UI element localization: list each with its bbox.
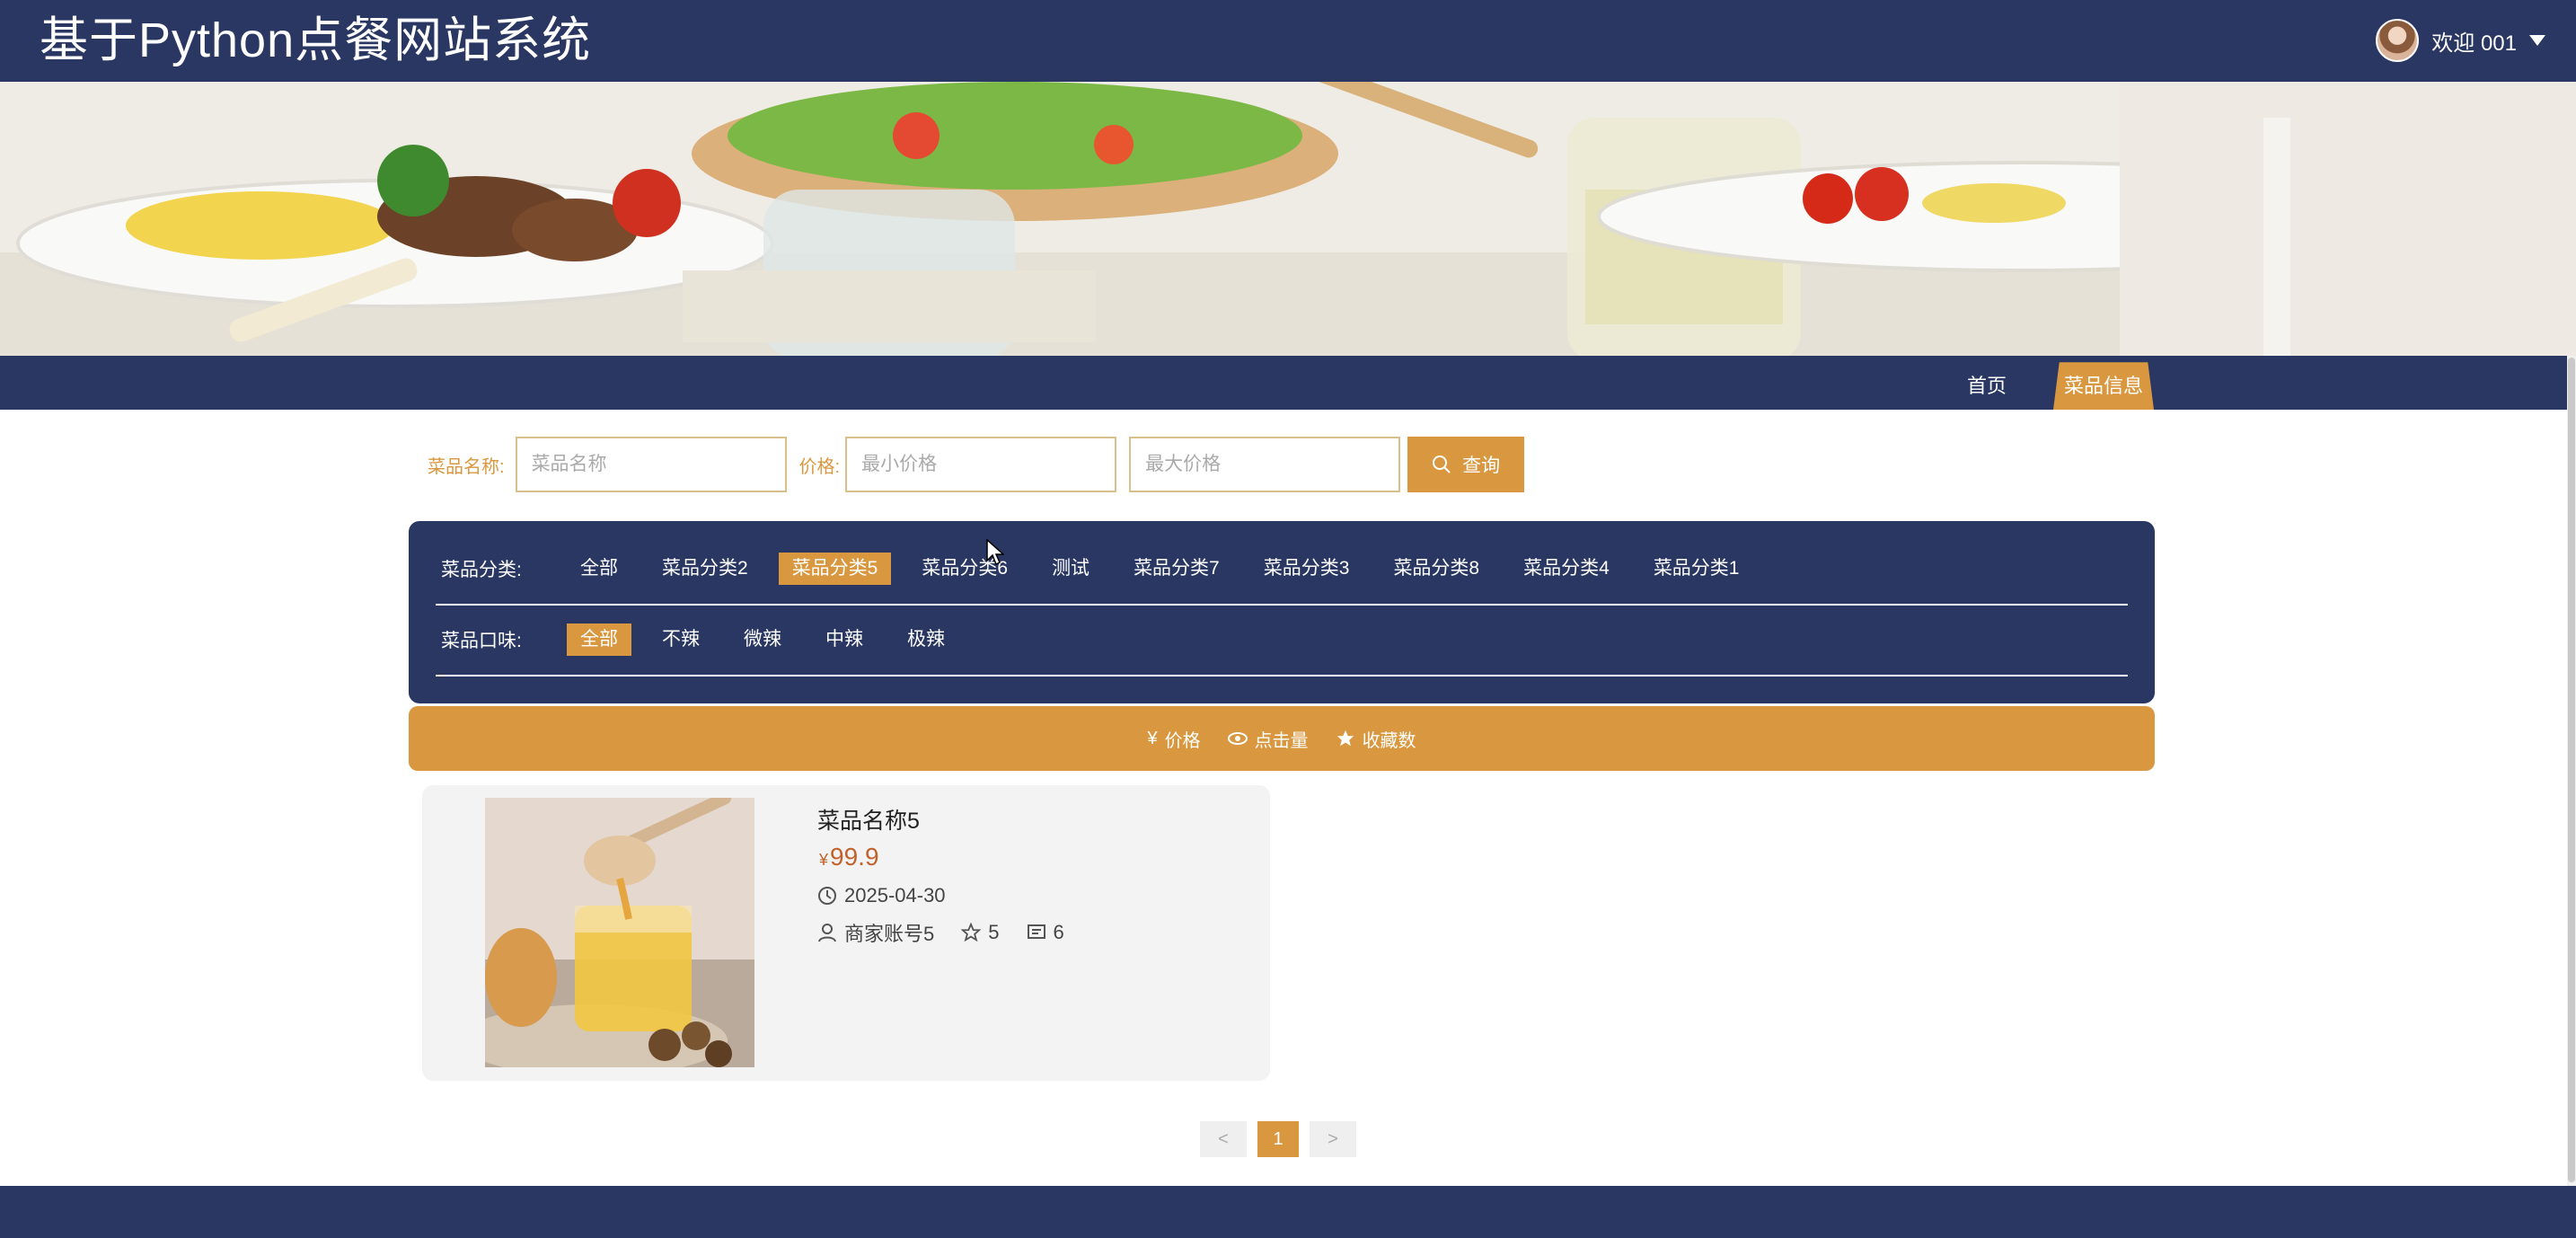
footer (0, 1186, 2576, 1238)
yen-icon: ¥ (1147, 728, 1158, 748)
scrollbar-thumb[interactable] (2568, 358, 2575, 1182)
user-menu[interactable]: 欢迎 001 (2376, 18, 2545, 63)
merchant-name: 商家账号5 (844, 923, 935, 945)
category-chip[interactable]: 菜品分类3 (1250, 553, 1363, 585)
banner-carousel (0, 82, 2576, 356)
category-filter-row: 菜品分类: 全部 菜品分类2 菜品分类5 菜品分类6 测试 菜品分类7 菜品分类… (441, 537, 1770, 600)
price-label: 价格: (798, 456, 841, 477)
flavor-chip[interactable]: 中辣 (812, 623, 877, 656)
eye-icon (1227, 732, 1248, 745)
name-search-input[interactable]: 菜品名称 (515, 437, 787, 492)
welcome-text[interactable]: 欢迎 001 (2431, 25, 2517, 57)
sort-price-label: 价格 (1164, 730, 1201, 751)
caret-down-icon[interactable] (2529, 35, 2545, 46)
search-bar: 菜品名称: 菜品名称 价格: 最小价格 最大价格 查询 (428, 437, 1525, 492)
prev-page-button[interactable]: < (1200, 1121, 1247, 1157)
banner-image (0, 82, 2576, 356)
category-chip[interactable]: 全部 (567, 553, 631, 585)
site-title: 基于Python点餐网站系统 (40, 13, 592, 67)
filter-panel: 菜品分类: 全部 菜品分类2 菜品分类5 菜品分类6 测试 菜品分类7 菜品分类… (409, 521, 2155, 703)
category-chip[interactable]: 测试 (1038, 553, 1103, 585)
scrollbar[interactable] (2567, 356, 2576, 1186)
user-icon (818, 924, 836, 942)
category-label: 菜品分类: (441, 560, 522, 580)
divider (436, 675, 2128, 676)
avatar[interactable] (2376, 19, 2420, 62)
sort-price[interactable]: ¥ 价格 (1147, 726, 1200, 752)
main-nav: 首页 菜品信息 (0, 356, 2576, 410)
comment-icon (1027, 924, 1045, 939)
flavor-chip-active[interactable]: 全部 (567, 623, 631, 656)
product-name[interactable]: 菜品名称5 (817, 803, 920, 836)
category-chip[interactable]: 菜品分类7 (1120, 553, 1233, 585)
nav-food-info[interactable]: 菜品信息 (2053, 362, 2154, 410)
name-label: 菜品名称: (428, 456, 505, 477)
category-chip[interactable]: 菜品分类1 (1640, 553, 1753, 585)
page-1-button[interactable]: 1 (1257, 1121, 1299, 1157)
flavor-chip[interactable]: 极辣 (894, 623, 958, 656)
search-icon (1433, 455, 1451, 473)
product-image[interactable] (485, 798, 754, 1067)
category-chip-active[interactable]: 菜品分类5 (778, 553, 892, 585)
star-outline-icon (961, 923, 982, 942)
mouse-cursor-icon (986, 539, 1004, 566)
pagination: < 1 > (1200, 1121, 1356, 1157)
flavor-chip[interactable]: 不辣 (648, 623, 713, 656)
product-price-value: 99.9 (830, 843, 879, 871)
query-button-label: 查询 (1462, 455, 1501, 476)
max-price-input[interactable]: 最大价格 (1129, 437, 1401, 492)
top-header: 基于Python点餐网站系统 欢迎 001 (0, 0, 2576, 82)
clock-icon (818, 887, 836, 905)
category-chip[interactable]: 菜品分类2 (648, 553, 762, 585)
product-date-row: 2025-04-30 (817, 884, 946, 907)
nav-home[interactable]: 首页 (1958, 356, 2016, 410)
comment-count: 6 (1053, 921, 1064, 943)
sort-bar: ¥ 价格 点击量 收藏数 (409, 706, 2155, 771)
sort-clicks-label: 点击量 (1254, 730, 1309, 751)
flavor-chip[interactable]: 微辣 (730, 623, 795, 656)
query-button[interactable]: 查询 (1407, 437, 1525, 492)
divider (436, 604, 2128, 606)
category-chip[interactable]: 菜品分类6 (908, 553, 1021, 585)
product-price: ¥99.9 (819, 843, 879, 871)
flavor-label: 菜品口味: (441, 631, 522, 651)
product-date: 2025-04-30 (844, 884, 946, 906)
next-page-button[interactable]: > (1310, 1121, 1356, 1157)
product-card[interactable]: 菜品名称5 ¥99.9 2025-04-30 商家账号5 5 6 (422, 785, 1270, 1081)
currency-symbol: ¥ (819, 851, 829, 869)
min-price-input[interactable]: 最小价格 (845, 437, 1117, 492)
sort-favorites-label: 收藏数 (1362, 730, 1416, 751)
product-stats-row: 商家账号5 5 6 (817, 918, 1064, 947)
sort-favorites[interactable]: 收藏数 (1336, 726, 1416, 752)
star-count: 5 (988, 921, 1000, 943)
star-icon (1337, 730, 1354, 747)
sort-clicks[interactable]: 点击量 (1227, 726, 1309, 752)
category-chip[interactable]: 菜品分类8 (1380, 553, 1493, 585)
flavor-filter-row: 菜品口味: 全部 不辣 微辣 中辣 极辣 (441, 608, 975, 671)
category-chip[interactable]: 菜品分类4 (1510, 553, 1623, 585)
